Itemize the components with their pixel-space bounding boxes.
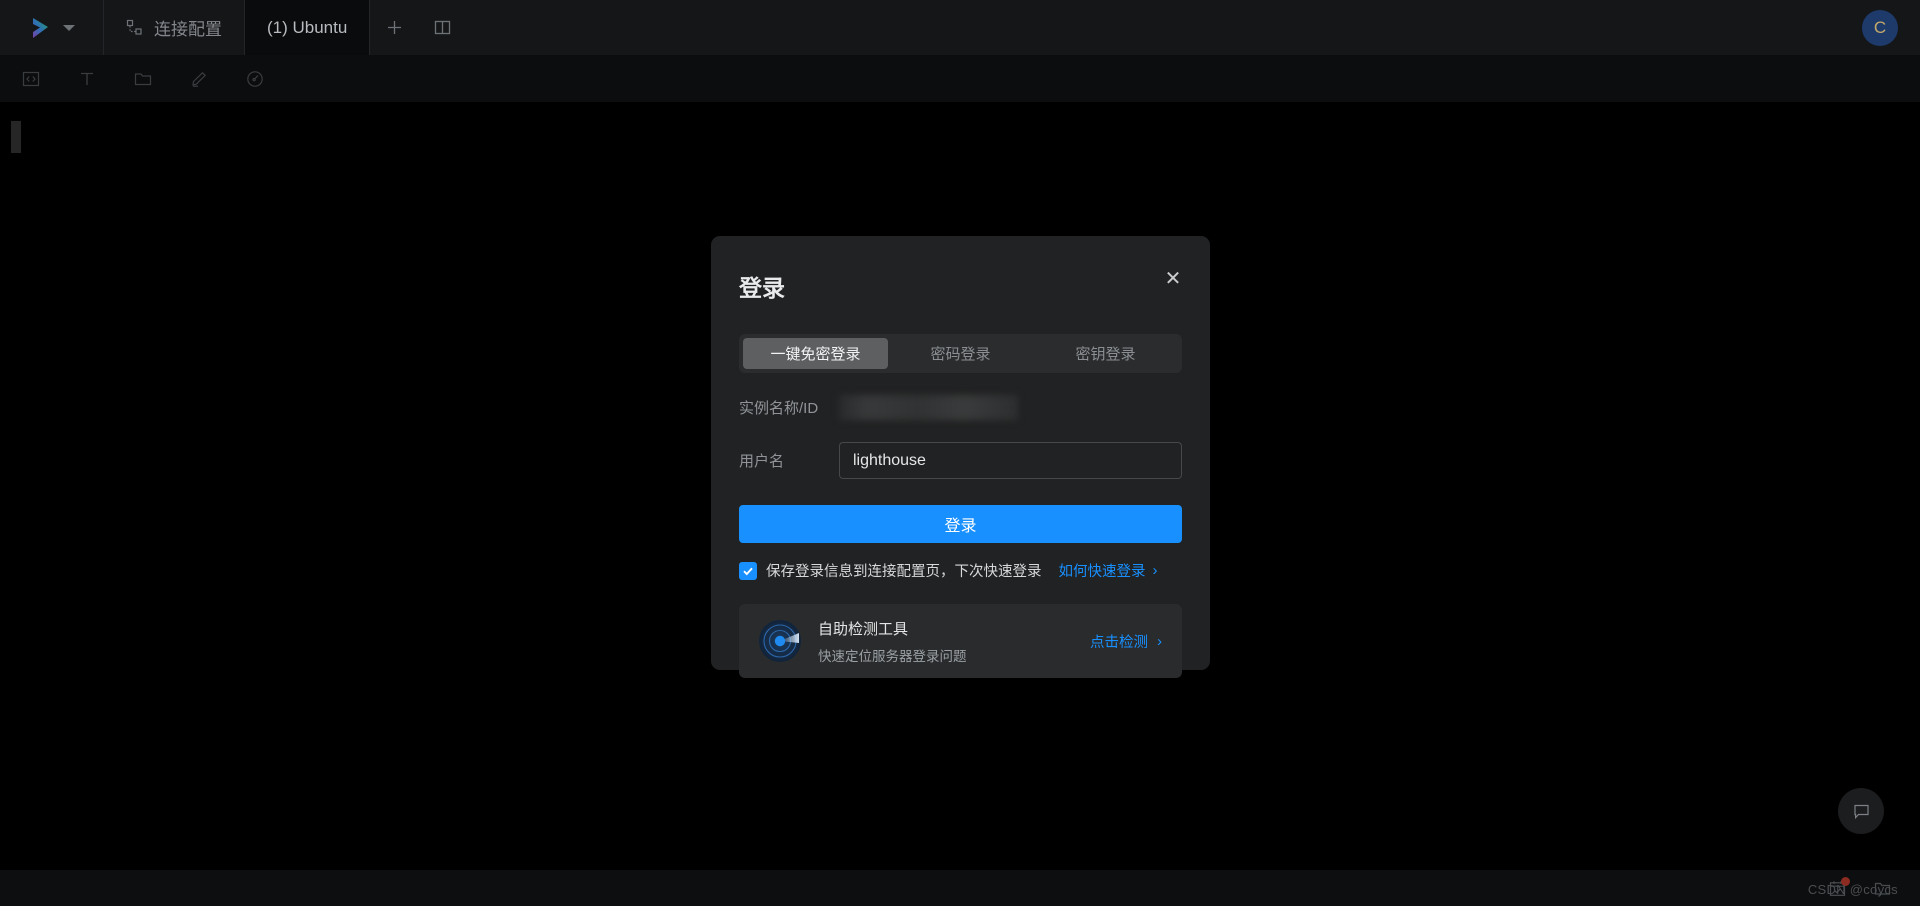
titlebar: 连接配置 (1) Ubuntu C <box>0 0 1920 55</box>
tab-label: 连接配置 <box>154 20 222 39</box>
how-link-label: 如何快速登录 <box>1058 564 1146 580</box>
instance-name-value-redacted <box>839 395 1018 420</box>
terminal-cursor <box>11 121 21 153</box>
code-icon[interactable] <box>14 62 48 96</box>
avatar[interactable]: C <box>1862 9 1898 46</box>
username-field: 用户名 <box>739 442 1182 479</box>
statusbar <box>0 870 1920 906</box>
tab-ubuntu-session[interactable]: (1) Ubuntu <box>245 0 371 55</box>
self-check-subtitle: 快速定位服务器登录问题 <box>818 648 967 664</box>
login-button[interactable]: 登录 <box>739 505 1182 543</box>
self-check-tool-card[interactable]: 自助检测工具 快速定位服务器登录问题 点击检测 › <box>739 604 1182 678</box>
save-login-row: 保存登录信息到连接配置页，下次快速登录 如何快速登录 › <box>739 560 1182 581</box>
chevron-down-icon <box>63 24 75 31</box>
new-tab-button[interactable] <box>370 0 418 55</box>
self-check-title: 自助检测工具 <box>818 620 909 638</box>
tab-password-login[interactable]: 密码登录 <box>888 338 1033 369</box>
text-format-icon[interactable] <box>70 62 104 96</box>
save-login-label: 保存登录信息到连接配置页，下次快速登录 <box>766 564 1042 580</box>
how-to-quick-login-link[interactable]: 如何快速登录 › <box>1059 560 1158 581</box>
terminal-app-window: 连接配置 (1) Ubuntu C 登录 ✕ 一键免密登录 密码登录 密钥登录 … <box>0 0 1920 906</box>
radar-scan-icon <box>759 620 801 662</box>
instance-name-field: 实例名称/ID <box>739 395 1182 420</box>
username-label: 用户名 <box>739 453 785 470</box>
tab-passwordless-login[interactable]: 一键免密登录 <box>743 338 888 369</box>
username-input[interactable] <box>839 442 1182 479</box>
avatar-initial: C <box>1873 17 1887 37</box>
tab-connection-config[interactable]: 连接配置 <box>104 0 245 55</box>
watermark-text: CSDN @coycs <box>1807 882 1898 897</box>
chat-bubble-icon[interactable] <box>1838 788 1884 834</box>
app-logo-chevron <box>28 15 54 41</box>
csdn-watermark: CSDN @coycs <box>1808 882 1898 897</box>
save-login-checkbox[interactable] <box>739 561 757 580</box>
app-menu-button[interactable] <box>0 0 104 55</box>
chevron-right-icon: › <box>1152 562 1158 579</box>
tab-label: (1) Ubuntu <box>267 17 348 37</box>
split-pane-button[interactable] <box>418 0 466 55</box>
topology-icon <box>126 19 143 36</box>
close-icon[interactable]: ✕ <box>1161 269 1185 293</box>
start-detection-link[interactable]: 点击检测 › <box>1090 631 1162 652</box>
folder-icon[interactable] <box>126 62 160 96</box>
titlebar-spacer <box>466 0 1862 55</box>
toolbar <box>0 55 1920 102</box>
edit-pencil-icon[interactable] <box>182 62 216 96</box>
tab-key-login[interactable]: 密钥登录 <box>1033 338 1178 369</box>
dialog-title: 登录 <box>739 275 785 301</box>
start-detection-label: 点击检测 <box>1090 634 1148 651</box>
login-method-tabs: 一键免密登录 密码登录 密钥登录 <box>739 334 1182 373</box>
speedometer-icon[interactable] <box>238 62 272 96</box>
self-check-texts: 自助检测工具 快速定位服务器登录问题 <box>818 618 1073 665</box>
login-dialog: 登录 ✕ 一键免密登录 密码登录 密钥登录 实例名称/ID 用户名 登录 保存登… <box>711 236 1210 678</box>
instance-name-label: 实例名称/ID <box>739 400 819 417</box>
chevron-right-icon: › <box>1157 632 1162 650</box>
